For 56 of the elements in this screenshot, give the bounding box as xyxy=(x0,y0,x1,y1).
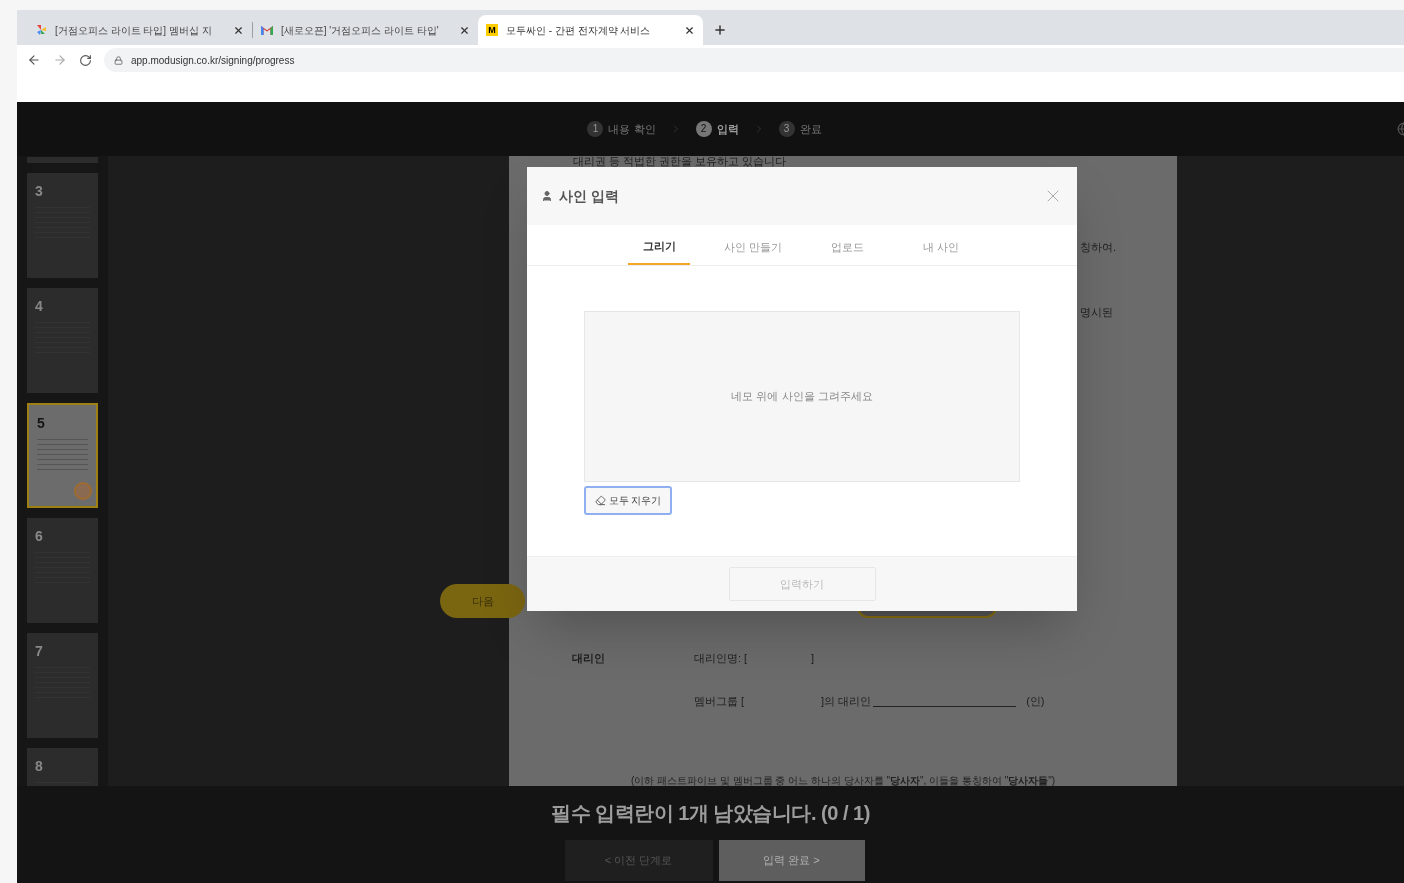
dialog-tab[interactable]: 업로드 xyxy=(816,229,878,265)
close-icon[interactable] xyxy=(684,24,695,36)
mail-icon xyxy=(261,25,273,35)
logo-icon: M xyxy=(486,24,498,36)
page-number: 5 xyxy=(37,415,45,431)
canvas-placeholder: 네모 위에 사인을 그려주세요 xyxy=(731,389,873,405)
document-text: (이하 패스트파이브 및 멤버그룹 중 어느 하나의 당사자를 "당사자", 이들을 통칭하여 "당사자들") xyxy=(629,774,1057,786)
dialog-tab[interactable]: 사인 만들기 xyxy=(722,229,784,265)
eraser-icon xyxy=(594,495,606,506)
tab-title: [새로오픈] '거점오피스 라이트 타입' xyxy=(281,23,440,38)
next-button[interactable]: 다음 xyxy=(440,584,525,618)
browser-tab[interactable]: [새로오픈] '거점오피스 라이트 타입' xyxy=(253,15,478,45)
page-thumbnail[interactable]: 7 xyxy=(27,633,98,738)
step-indicator: 2 입력 xyxy=(695,120,739,138)
reload-icon[interactable] xyxy=(79,53,92,67)
document-text: 칭하여. xyxy=(1080,240,1118,255)
document-text: 명시된 xyxy=(1080,304,1114,320)
page-number: 8 xyxy=(35,758,43,774)
document-text: 멤버그룹 [ xyxy=(694,693,746,709)
close-icon[interactable] xyxy=(233,24,244,36)
page-number: 6 xyxy=(35,528,43,544)
pinwheel-icon xyxy=(35,24,47,36)
close-icon[interactable] xyxy=(459,24,470,36)
clear-button[interactable]: 모두 지우기 xyxy=(584,486,672,515)
browser-tab[interactable]: M 모두싸인 - 간편 전자계약 서비스 xyxy=(478,15,703,45)
dialog-title: 사인 입력 xyxy=(559,186,620,206)
person-icon xyxy=(541,190,553,202)
field-marker-icon xyxy=(74,482,92,500)
step-indicator: 1 내용 확인 xyxy=(587,120,656,138)
page-number: 4 xyxy=(35,298,43,314)
document-text: 대리인명: [ xyxy=(694,651,749,666)
page-thumbnail[interactable]: 4 xyxy=(27,288,98,393)
dialog-tab[interactable]: 그리기 xyxy=(628,229,690,265)
address-field[interactable]: app.modusign.co.kr/signing/progress xyxy=(104,48,1404,72)
document-text: ]의 대리인 xyxy=(821,693,872,709)
browser-tab[interactable]: [거점오피스 라이트 타입] 멤버십 지 xyxy=(27,15,252,45)
page-thumbnail[interactable]: 5 xyxy=(27,403,98,508)
document-text: 대리권 등 적법한 권한을 보유하고 있습니다 xyxy=(573,156,788,167)
document-text: (인) xyxy=(1026,693,1045,709)
tab-title: [거점오피스 라이트 타입] 멤버십 지 xyxy=(55,23,213,38)
page-thumbnail[interactable]: 3 xyxy=(27,173,98,278)
tab-title: 모두싸인 - 간편 전자계약 서비스 xyxy=(506,23,652,38)
signature-canvas[interactable]: 네모 위에 사인을 그려주세요 xyxy=(584,311,1020,482)
remaining-fields-message: 필수 입력란이 1개 남았습니다. (0 / 1) xyxy=(551,801,870,826)
page-number: 7 xyxy=(35,643,43,659)
document-text: ] xyxy=(811,651,815,666)
page-thumbnail[interactable] xyxy=(27,157,98,163)
document-text: 대리인 xyxy=(572,651,606,666)
step-indicator: 3 완료 xyxy=(778,120,822,138)
page-thumbnail[interactable]: 6 xyxy=(27,518,98,623)
dialog-tab[interactable]: 내 사인 xyxy=(910,229,972,265)
back-icon[interactable] xyxy=(27,53,41,67)
lock-icon xyxy=(114,55,123,65)
page-thumbnail[interactable]: 8 xyxy=(27,748,98,786)
page-number: 3 xyxy=(35,183,43,199)
new-tab-icon[interactable] xyxy=(713,23,727,37)
